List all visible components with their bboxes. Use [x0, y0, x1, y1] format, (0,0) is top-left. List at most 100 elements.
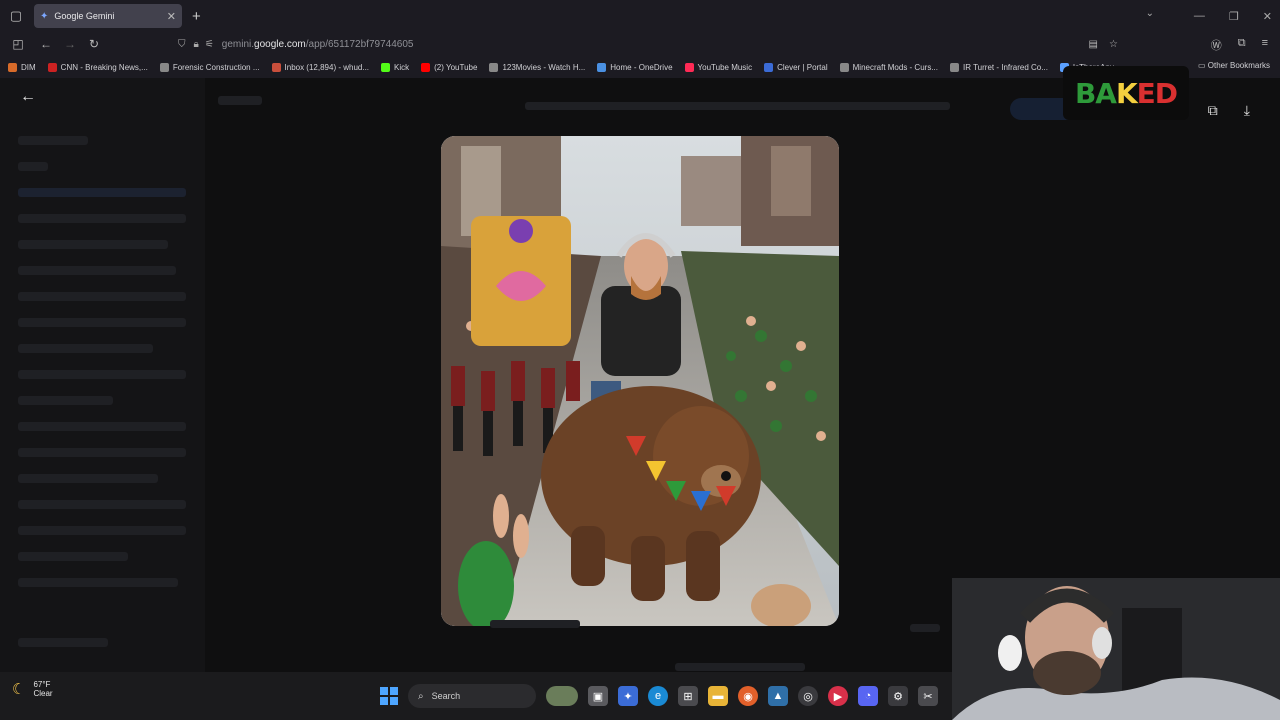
weather-widget[interactable]: ☾ 67°F Clear [12, 680, 53, 698]
sidebar-toggle-icon[interactable]: ◰ [6, 37, 30, 51]
bookmark-item[interactable]: YouTube Music [684, 62, 753, 72]
sidebar: ← [0, 78, 205, 672]
back-arrow-icon[interactable]: ← [20, 88, 36, 106]
task-view-icon[interactable]: ▣ [588, 686, 608, 706]
weather-temp: 67°F [33, 680, 51, 689]
generated-image[interactable] [441, 136, 839, 626]
download-icon[interactable]: ⤓ [1244, 102, 1250, 119]
sidebar-item[interactable] [18, 344, 153, 353]
bookmark-item[interactable]: Home - OneDrive [597, 62, 673, 72]
action-placeholder[interactable] [910, 624, 940, 632]
chevron-down-icon[interactable]: ⌄ [1146, 8, 1154, 19]
file-explorer-icon[interactable]: ▬ [708, 686, 728, 706]
store-icon[interactable]: ⊞ [678, 686, 698, 706]
copilot-icon[interactable]: ✦ [618, 686, 638, 706]
restore-icon[interactable]: ❐ [1229, 10, 1239, 23]
sidebar-item[interactable] [18, 214, 186, 223]
bookmark-favicon-icon [764, 62, 774, 72]
sidebar-item[interactable] [18, 448, 186, 457]
permissions-icon[interactable]: ⚟ [205, 39, 214, 50]
widget-app-icon[interactable] [546, 686, 578, 706]
sidebar-item[interactable] [18, 500, 186, 509]
bookmark-label: CNN - Breaking News,... [60, 62, 148, 72]
webcam-overlay [952, 578, 1280, 720]
new-tab-button[interactable]: + [192, 8, 201, 25]
url-text: gemini.google.com/app/651172bf79744605 [221, 38, 414, 50]
close-window-icon[interactable]: ✕ [1263, 10, 1272, 23]
page-heading-placeholder [218, 96, 262, 105]
sidebar-item[interactable] [18, 422, 186, 431]
settings-gear-icon[interactable]: ⚙ [888, 686, 908, 706]
other-bookmarks[interactable]: ▭ Other Bookmarks [1198, 61, 1270, 70]
bookmark-label: YouTube Music [697, 62, 753, 72]
minimize-icon[interactable]: — [1194, 10, 1205, 22]
bookmark-favicon-icon [839, 62, 849, 72]
copy-icon[interactable]: ⧉ [1208, 102, 1218, 119]
media-player-icon[interactable]: ▶ [828, 686, 848, 706]
address-bar[interactable]: ⛉ 🔒︎ ⚟ gemini.google.com/app/651172bf797… [178, 34, 1128, 54]
bookmark-item[interactable]: DIM [8, 62, 36, 72]
menu-icon[interactable]: ≡ [1262, 37, 1268, 53]
taskbar-search[interactable]: ⌕ Search [408, 684, 536, 708]
bookmark-label: Forensic Construction ... [172, 62, 260, 72]
tab-google-gemini[interactable]: ✦ Google Gemini ✕ [34, 4, 182, 28]
bookmark-favicon-icon [159, 62, 169, 72]
lock-icon[interactable]: 🔒︎ [194, 39, 199, 50]
back-icon[interactable]: ← [34, 37, 58, 51]
bookmark-label: Home - OneDrive [610, 62, 673, 72]
bookmark-item[interactable]: Minecraft Mods - Curs... [839, 62, 938, 72]
sidebar-item[interactable] [18, 578, 178, 587]
sidebar-settings[interactable] [18, 638, 108, 647]
tab-list-icon[interactable]: ▢ [2, 2, 30, 30]
bookmark-favicon-icon [421, 62, 431, 72]
bookmark-item[interactable]: Inbox (12,894) - whud... [271, 62, 369, 72]
sidebar-item[interactable] [18, 318, 186, 327]
sidebar-item[interactable] [18, 162, 48, 171]
snipping-tool-icon[interactable]: ✂ [918, 686, 938, 706]
search-label: Search [431, 691, 461, 701]
bookmark-favicon-icon [381, 62, 391, 72]
sidebar-item[interactable] [18, 292, 186, 301]
weather-condition: Clear [33, 689, 53, 698]
sidebar-item[interactable] [18, 552, 128, 561]
shield-icon[interactable]: ⛉ [178, 39, 186, 50]
sidebar-item[interactable] [18, 396, 113, 405]
sidebar-item[interactable] [18, 136, 88, 145]
account-icon[interactable]: Ⓦ [1211, 37, 1222, 53]
logo-lettering: BAKED [1074, 76, 1178, 110]
sidebar-item[interactable] [18, 188, 186, 197]
bookmark-item[interactable]: IR Turret - Infrared Co... [950, 62, 1048, 72]
sidebar-item[interactable] [18, 240, 168, 249]
logo-letter: K [1115, 76, 1138, 110]
prompt-placeholder [525, 102, 950, 110]
reload-icon[interactable]: ↻ [82, 37, 106, 51]
windows-start-icon[interactable] [380, 687, 398, 705]
close-tab-icon[interactable]: ✕ [167, 10, 176, 23]
gemini-icon: ✦ [40, 10, 49, 22]
forward-icon[interactable]: → [58, 37, 82, 51]
firefox-icon[interactable]: ◉ [738, 686, 758, 706]
bookmark-item[interactable]: 123Movies - Watch H... [489, 62, 585, 72]
bookmark-item[interactable]: (2) YouTube [421, 62, 478, 72]
sidebar-item[interactable] [18, 474, 158, 483]
sidebar-item[interactable] [18, 370, 186, 379]
bookmark-item[interactable]: Forensic Construction ... [159, 62, 260, 72]
bookmark-item[interactable]: CNN - Breaking News,... [47, 62, 148, 72]
bookmark-item[interactable]: Kick [381, 62, 409, 72]
photos-icon[interactable]: ▲ [768, 686, 788, 706]
sidebar-item[interactable] [18, 266, 176, 275]
generated-image-graphic [441, 136, 839, 626]
bookmark-label: (2) YouTube [434, 62, 478, 72]
sidebar-item[interactable] [18, 526, 186, 535]
bookmark-label: DIM [21, 62, 36, 72]
bookmark-favicon-icon [950, 62, 959, 72]
chrome-icon[interactable]: ◎ [798, 686, 818, 706]
logo-letter: B [1074, 76, 1096, 110]
star-icon[interactable]: ☆ [1109, 39, 1118, 50]
extensions-icon[interactable]: ⧉ [1238, 37, 1246, 53]
bookmark-item[interactable]: Clever | Portal [764, 62, 828, 72]
discord-icon[interactable]: ◔ [858, 686, 878, 706]
reader-view-icon[interactable]: ▤ [1089, 39, 1098, 50]
edge-icon[interactable]: e [648, 686, 668, 706]
baked-logo: BAKED [1063, 66, 1189, 120]
